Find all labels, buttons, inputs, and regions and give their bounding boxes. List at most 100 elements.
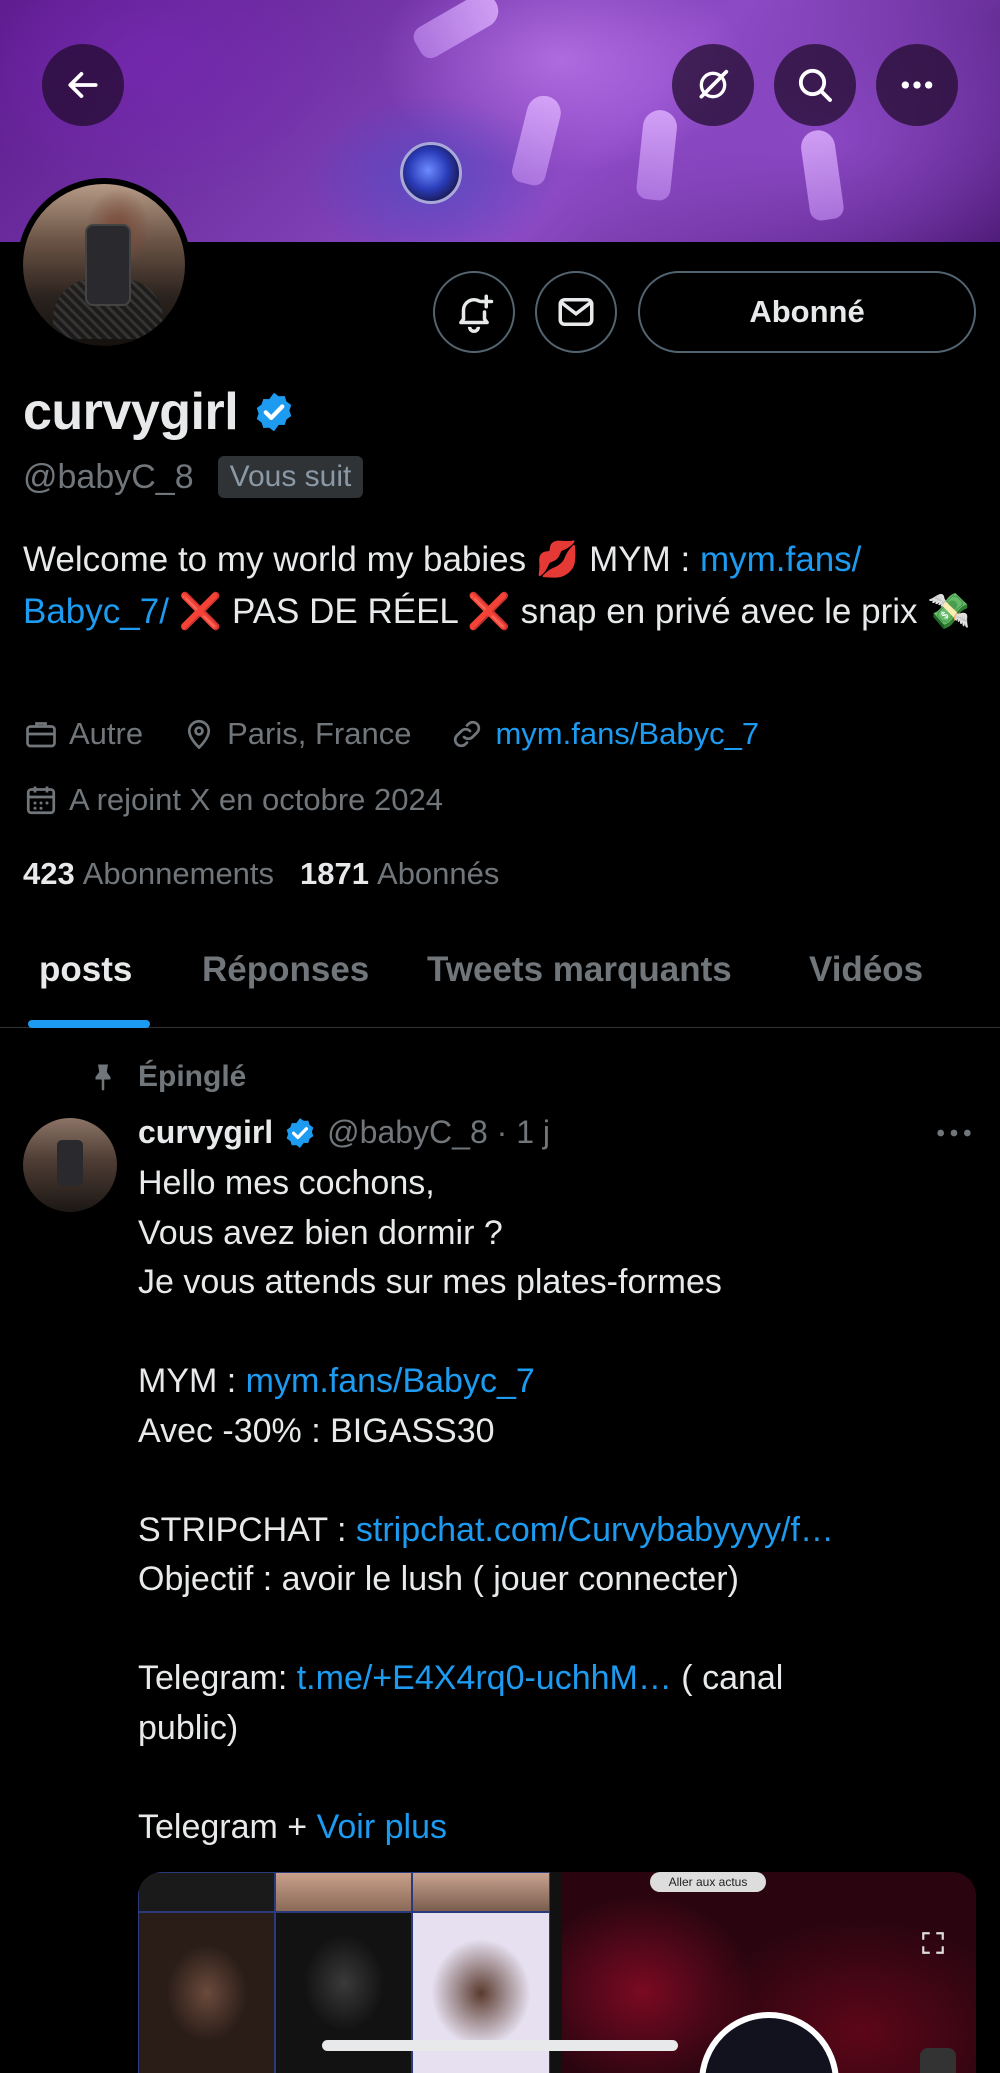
banner-gem — [400, 142, 462, 204]
following-button[interactable]: Abonné — [638, 271, 976, 353]
media-cell — [138, 1912, 275, 2073]
location-label: Paris, France — [227, 716, 412, 751]
post-body: Hello mes cochons, Vous avez bien dormir … — [138, 1159, 968, 1852]
post-line: Vous avez bien dormir ? — [138, 1213, 503, 1252]
post-header: curvygirl @babyC_8 · 1 j — [138, 1114, 550, 1151]
tab-highlights[interactable]: Tweets marquants — [427, 950, 732, 990]
avatar-phone — [57, 1140, 83, 1186]
following-count-link[interactable]: 423 Abonnements — [23, 856, 274, 892]
website-item[interactable]: mym.fans/Babyc_7 — [449, 716, 759, 752]
following-label: Abonnements — [82, 856, 275, 891]
post-spacer — [138, 1753, 968, 1803]
banner-nail — [509, 92, 565, 188]
pin-icon — [95, 1064, 111, 1091]
media-circle — [699, 2012, 839, 2073]
profile-name-row: curvygirl — [23, 382, 296, 442]
media-cell — [275, 1872, 412, 1912]
profile-avatar[interactable] — [17, 178, 191, 352]
post-line: Objectif : avoir le lush ( jouer connect… — [138, 1560, 739, 1598]
media-pill: Aller aux actus — [650, 1872, 766, 1892]
briefcase-icon — [26, 722, 56, 748]
website-link[interactable]: mym.fans/Babyc_7 — [495, 716, 759, 752]
tab-videos[interactable]: Vidéos — [809, 950, 923, 990]
post-author-avatar[interactable] — [23, 1118, 117, 1212]
followers-count-link[interactable]: 1871 Abonnés — [300, 856, 499, 892]
post-line-telegram: Telegram: t.me/+E4X4rq0-uchhM… ( canal — [138, 1654, 968, 1704]
following-count: 423 — [23, 856, 75, 891]
joined-item: A rejoint X en octobre 2024 — [23, 782, 443, 818]
edit-icon[interactable] — [920, 2048, 956, 2073]
telegram2-label: Telegram + — [138, 1807, 317, 1846]
follows-you-badge: Vous suit — [217, 456, 364, 498]
see-more-link[interactable]: Voir plus — [317, 1808, 447, 1846]
location-item: Paris, France — [181, 716, 411, 752]
search-icon — [798, 68, 832, 102]
pinned-label-row: Épinglé — [88, 1060, 246, 1094]
location-pin-icon — [188, 719, 211, 750]
media-cell — [412, 1872, 550, 1912]
avatar-phone — [85, 224, 131, 306]
more-horizontal-icon — [937, 1129, 971, 1137]
joined-row: A rejoint X en octobre 2024 — [23, 782, 481, 818]
media-cell — [138, 1872, 275, 1912]
profile-name: curvygirl — [23, 383, 239, 441]
tab-posts[interactable]: posts — [39, 950, 132, 990]
bio-text: Welcome to my world my babies 💋 MYM : — [23, 540, 700, 579]
post-line: Hello mes cochons, — [138, 1164, 435, 1202]
search-button[interactable] — [774, 44, 856, 126]
envelope-icon — [558, 298, 594, 326]
bio-text-2: ❌ PAS DE RÉEL ❌ snap en privé avec le pr… — [168, 592, 971, 631]
post-spacer — [138, 1456, 968, 1506]
tab-replies[interactable]: Réponses — [202, 950, 369, 990]
mym-label: MYM : — [138, 1362, 246, 1400]
verified-badge-icon — [286, 1117, 314, 1148]
follow-counts: 423 Abonnements 1871 Abonnés — [23, 856, 499, 892]
post-line: public) — [138, 1708, 239, 1747]
pinned-label: Épinglé — [138, 1060, 247, 1093]
link-icon — [454, 720, 481, 748]
expand-icon[interactable] — [920, 1930, 946, 1956]
post-line: Je vous attends sur mes plates-formes — [138, 1263, 722, 1301]
post-line-stripchat: STRIPCHAT : stripchat.com/Curvybabyyyy/f… — [138, 1506, 968, 1556]
profile-tabs: posts Réponses Tweets marquants Vidéos — [0, 930, 1000, 1028]
post-line-mym: MYM : mym.fans/Babyc_7 — [138, 1357, 968, 1407]
calendar-icon — [26, 786, 56, 815]
telegram-link[interactable]: t.me/+E4X4rq0-uchhM… — [297, 1659, 672, 1697]
message-button[interactable] — [535, 271, 617, 353]
grok-icon — [699, 69, 729, 99]
telegram-label: Telegram: — [138, 1659, 297, 1697]
profile-meta-row: Autre Paris, France mym.fans/Babyc_7 — [23, 716, 797, 752]
post-spacer — [138, 1605, 968, 1655]
verified-badge-icon[interactable] — [252, 390, 296, 434]
post-more-button[interactable] — [934, 1118, 974, 1153]
followers-count: 1871 — [300, 856, 370, 891]
profile-handle-row: @babyC_8 Vous suit — [23, 456, 364, 498]
category-item: Autre — [23, 716, 143, 752]
profile-bio: Welcome to my world my babies 💋 MYM : my… — [23, 534, 983, 638]
active-tab-indicator — [28, 1020, 150, 1028]
stripchat-label: STRIPCHAT : — [138, 1510, 356, 1549]
followers-label: Abonnés — [377, 856, 500, 891]
banner-nail — [409, 0, 505, 63]
banner-nail — [635, 108, 679, 202]
back-button[interactable] — [42, 44, 124, 126]
post-line-telegram2: Telegram + Voir plus — [138, 1803, 968, 1853]
post-meta: @babyC_8 · 1 j — [327, 1114, 550, 1150]
category-label: Autre — [69, 716, 144, 751]
stripchat-link[interactable]: stripchat.com/Curvybabyyyy/f… — [356, 1511, 834, 1549]
post-spacer — [138, 1308, 968, 1358]
profile-handle: @babyC_8 — [23, 457, 194, 496]
home-indicator — [322, 2040, 678, 2051]
banner-nail — [798, 128, 846, 222]
telegram-suffix: ( canal — [671, 1659, 784, 1697]
bell-plus-icon — [459, 294, 494, 333]
notifications-button[interactable] — [433, 271, 515, 353]
post-line: Avec -30% : BIGASS30 — [138, 1411, 495, 1450]
more-options-button[interactable] — [876, 44, 958, 126]
mym-link[interactable]: mym.fans/Babyc_7 — [246, 1362, 535, 1400]
post-author-name[interactable]: curvygirl — [138, 1114, 273, 1151]
grok-button[interactable] — [672, 44, 754, 126]
back-arrow-icon — [68, 72, 98, 98]
joined-label: A rejoint X en octobre 2024 — [69, 782, 443, 817]
more-horizontal-icon — [901, 81, 933, 89]
